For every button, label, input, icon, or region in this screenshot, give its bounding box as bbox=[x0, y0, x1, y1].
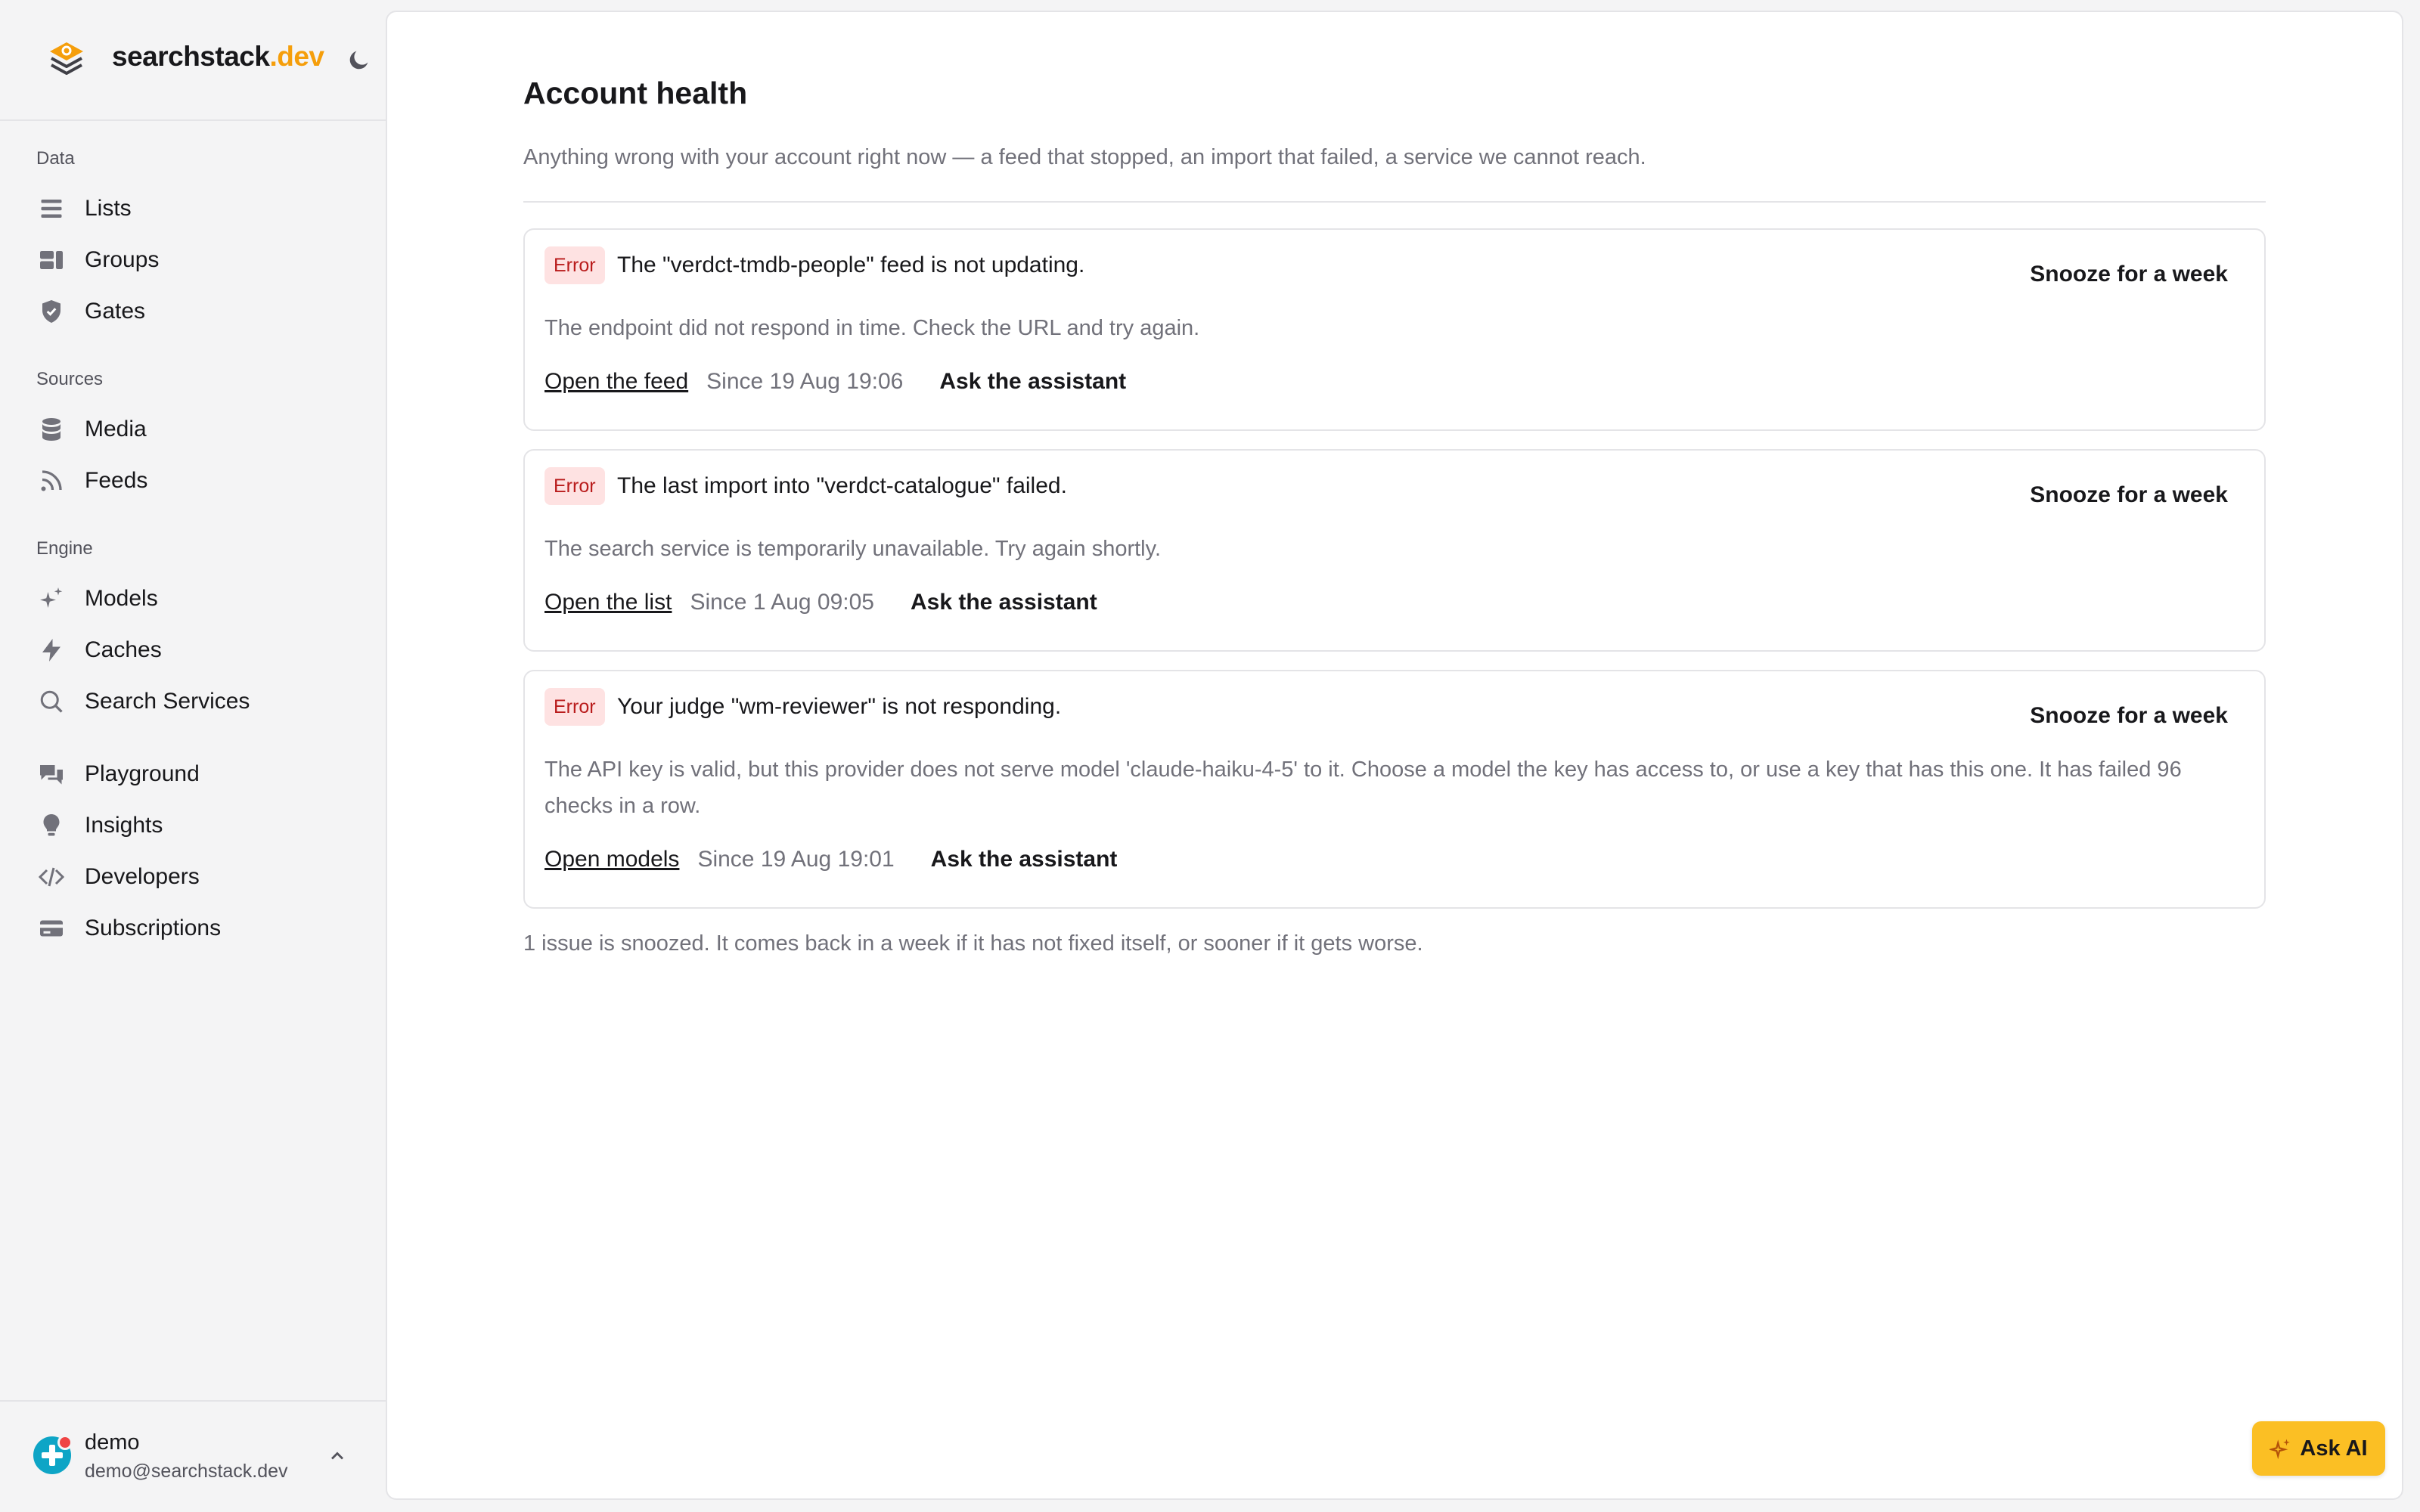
sidebar-item-playground[interactable]: Playground bbox=[27, 751, 360, 797]
sidebar-item-label: Insights bbox=[85, 813, 163, 838]
issue-card: Error The "verdct-tmdb-people" feed is n… bbox=[523, 228, 2266, 431]
database-icon bbox=[27, 407, 76, 452]
credit-card-icon bbox=[27, 906, 76, 951]
ask-ai-button[interactable]: Ask AI bbox=[2252, 1421, 2385, 1476]
rss-icon bbox=[27, 458, 76, 503]
sidebar-item-gates[interactable]: Gates bbox=[27, 289, 360, 334]
sidebar-item-label: Playground bbox=[85, 761, 200, 786]
section-title-engine: Engine bbox=[36, 538, 93, 559]
sidebar-item-insights[interactable]: Insights bbox=[27, 803, 360, 848]
sparkles-icon bbox=[2270, 1439, 2291, 1460]
chevron-up-icon[interactable] bbox=[327, 1445, 348, 1467]
sidebar-item-developers[interactable]: Developers bbox=[27, 854, 360, 900]
sidebar: searchstack.dev Data Lists Groups Gates … bbox=[0, 0, 386, 1512]
issue-card: Error The last import into "verdct-catal… bbox=[523, 449, 2266, 652]
sidebar-item-label: Media bbox=[85, 417, 147, 442]
sidebar-item-label: Feeds bbox=[85, 468, 148, 493]
code-icon bbox=[27, 854, 76, 900]
since-timestamp: Since 19 Aug 19:06 bbox=[706, 369, 904, 394]
sidebar-item-search-services[interactable]: Search Services bbox=[27, 679, 360, 724]
open-feed-link[interactable]: Open the feed bbox=[544, 369, 688, 395]
ask-assistant-button[interactable]: Ask the assistant bbox=[911, 590, 1097, 615]
notification-dot bbox=[57, 1435, 73, 1450]
issue-card: Error Your judge "wm-reviewer" is not re… bbox=[523, 670, 2266, 909]
sidebar-item-label: Lists bbox=[85, 196, 132, 221]
sidebar-item-feeds[interactable]: Feeds bbox=[27, 458, 360, 503]
groups-icon bbox=[27, 237, 76, 283]
chat-icon bbox=[27, 751, 76, 797]
list-icon bbox=[27, 186, 76, 231]
issue-title: Your judge "wm-reviewer" is not respondi… bbox=[617, 694, 1062, 719]
sidebar-item-lists[interactable]: Lists bbox=[27, 186, 360, 231]
divider bbox=[523, 201, 2266, 203]
sidebar-item-label: Groups bbox=[85, 247, 160, 272]
stack-logo-icon bbox=[50, 42, 83, 75]
brand-name-text: searchstack bbox=[112, 41, 270, 72]
sidebar-item-label: Caches bbox=[85, 637, 162, 662]
sidebar-item-subscriptions[interactable]: Subscriptions bbox=[27, 906, 360, 951]
search-icon bbox=[27, 679, 76, 724]
shield-icon bbox=[27, 289, 76, 334]
brand-tld: .dev bbox=[269, 41, 324, 72]
issue-description: The search service is temporarily unavai… bbox=[544, 537, 1162, 561]
error-badge: Error bbox=[544, 467, 605, 505]
open-models-link[interactable]: Open models bbox=[544, 847, 679, 872]
issue-description: The API key is valid, but this provider … bbox=[544, 758, 2182, 818]
section-title-data: Data bbox=[36, 148, 75, 169]
issue-description: The endpoint did not respond in time. Ch… bbox=[544, 316, 1200, 340]
user-name: demo bbox=[85, 1430, 140, 1455]
error-badge: Error bbox=[544, 246, 605, 284]
sparkles-icon bbox=[27, 576, 76, 621]
snooze-button[interactable]: Snooze for a week bbox=[2030, 482, 2228, 508]
sidebar-item-caches[interactable]: Caches bbox=[27, 627, 360, 673]
sidebar-item-groups[interactable]: Groups bbox=[27, 237, 360, 283]
snooze-button[interactable]: Snooze for a week bbox=[2030, 703, 2228, 729]
page-title: Account health bbox=[523, 76, 748, 110]
issue-title: The last import into "verdct-catalogue" … bbox=[617, 473, 1067, 498]
sidebar-item-media[interactable]: Media bbox=[27, 407, 360, 452]
section-title-sources: Sources bbox=[36, 369, 104, 389]
sidebar-item-label: Subscriptions bbox=[85, 916, 222, 940]
ask-assistant-button[interactable]: Ask the assistant bbox=[939, 369, 1126, 395]
moon-icon[interactable] bbox=[346, 47, 372, 73]
sidebar-item-label: Models bbox=[85, 586, 158, 611]
error-badge: Error bbox=[544, 688, 605, 726]
since-timestamp: Since 19 Aug 19:01 bbox=[697, 847, 895, 872]
brand-name[interactable]: searchstack.dev bbox=[112, 41, 324, 73]
user-email: demo@searchstack.dev bbox=[85, 1461, 288, 1482]
page-subtitle: Anything wrong with your account right n… bbox=[523, 145, 1646, 169]
snoozed-footnote: 1 issue is snoozed. It comes back in a w… bbox=[523, 931, 1423, 956]
sidebar-item-label: Developers bbox=[85, 864, 200, 889]
snooze-button[interactable]: Snooze for a week bbox=[2030, 262, 2228, 287]
issue-actions: Open the feed Since 19 Aug 19:06 Ask the… bbox=[544, 369, 1126, 395]
issue-actions: Open models Since 19 Aug 19:01 Ask the a… bbox=[544, 847, 1117, 872]
sidebar-item-models[interactable]: Models bbox=[27, 576, 360, 621]
sidebar-item-label: Search Services bbox=[85, 689, 250, 714]
bolt-icon bbox=[27, 627, 76, 673]
since-timestamp: Since 1 Aug 09:05 bbox=[690, 590, 874, 615]
open-list-link[interactable]: Open the list bbox=[544, 590, 672, 615]
ask-assistant-button[interactable]: Ask the assistant bbox=[931, 847, 1118, 872]
lightbulb-icon bbox=[27, 803, 76, 848]
issue-actions: Open the list Since 1 Aug 09:05 Ask the … bbox=[544, 590, 1097, 615]
sidebar-item-label: Gates bbox=[85, 299, 146, 324]
issue-title: The "verdct-tmdb-people" feed is not upd… bbox=[617, 253, 1085, 277]
brand-header: searchstack.dev bbox=[0, 0, 386, 121]
ask-ai-label: Ask AI bbox=[2300, 1436, 2368, 1461]
